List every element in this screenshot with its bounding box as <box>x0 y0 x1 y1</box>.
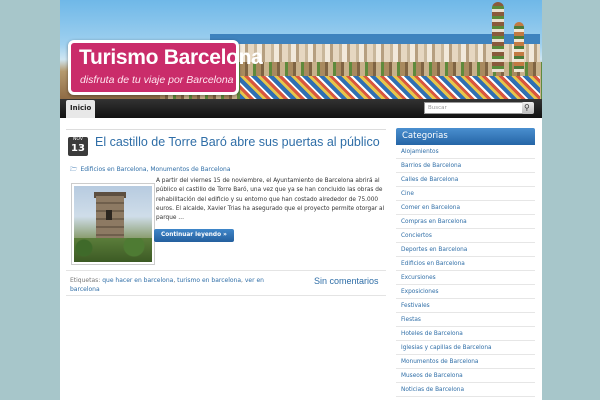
sidebar-category-item[interactable]: Calles de Barcelona <box>396 173 535 187</box>
castle-photo <box>74 186 152 262</box>
sidebar-category-item[interactable]: Cine <box>396 187 535 201</box>
sidebar-category-item[interactable]: Iglesias y capillas de Barcelona <box>396 341 535 355</box>
sidebar-category-item[interactable]: Deportes en Barcelona <box>396 243 535 257</box>
header-photo-mosaic <box>240 76 540 99</box>
page: Turismo Barcelona disfruta de tu viaje p… <box>60 0 542 400</box>
search-icon: ⚲ <box>524 103 530 112</box>
sidebar-category-item[interactable]: Festivales <box>396 299 535 313</box>
site-title[interactable]: Turismo Barcelona <box>79 46 263 70</box>
sidebar-category-item[interactable]: Fiestas <box>396 313 535 327</box>
sidebar-category-item[interactable]: Alojamientos <box>396 145 535 159</box>
post-excerpt: A partir del viernes 15 de noviembre, el… <box>156 178 385 222</box>
header-photo-tower <box>492 2 504 72</box>
sidebar-category-item[interactable]: Compras en Barcelona <box>396 215 535 229</box>
search-button[interactable]: ⚲ <box>522 102 534 114</box>
tag-link[interactable]: turismo en barcelona <box>177 277 241 284</box>
post-tags: Etiquetas: que hacer en barcelona, turis… <box>70 277 264 293</box>
site-header: Turismo Barcelona disfruta de tu viaje p… <box>60 0 542 99</box>
post-thumbnail[interactable] <box>71 183 155 265</box>
post-categories-links[interactable]: Edificios en Barcelona, Monumentos de Ba… <box>80 166 230 173</box>
tags-label: Etiquetas: <box>70 277 101 284</box>
read-more-button[interactable]: Continuar leyendo » <box>154 229 234 242</box>
folder-icon: 🗁 <box>70 166 78 173</box>
sidebar-category-list: Alojamientos Barrios de Barcelona Calles… <box>396 145 535 397</box>
post-date-badge: NOV 13 <box>68 137 88 156</box>
comments-link[interactable]: Sin comentarios <box>314 276 379 286</box>
sidebar-category-item[interactable]: Museos de Barcelona <box>396 369 535 383</box>
sidebar-category-item[interactable]: Hoteles de Barcelona <box>396 327 535 341</box>
search-input[interactable]: Buscar <box>424 102 526 114</box>
post-top-divider <box>66 129 386 130</box>
sidebar-category-item[interactable]: Comer en Barcelona <box>396 201 535 215</box>
post-date-day: 13 <box>71 143 85 154</box>
sidebar-category-item[interactable]: Excursiones <box>396 271 535 285</box>
nav-item-inicio[interactable]: Inicio <box>66 100 96 118</box>
sidebar-category-item[interactable]: Noticias de Barcelona <box>396 383 535 397</box>
header-photo-tower-small <box>514 22 524 72</box>
post-title[interactable]: El castillo de Torre Baró abre sus puert… <box>95 134 385 150</box>
castle-window <box>106 210 112 220</box>
post-categories: 🗁 Edificios en Barcelona, Monumentos de B… <box>70 165 231 175</box>
sidebar-category-item[interactable]: Conciertos <box>396 229 535 243</box>
tag-link[interactable]: que hacer en barcelona <box>102 277 173 284</box>
sidebar-category-item[interactable]: Exposiciones <box>396 285 535 299</box>
post-bottom-divider <box>66 295 386 296</box>
site-logo[interactable]: Turismo Barcelona disfruta de tu viaje p… <box>68 40 263 95</box>
sidebar-category-item[interactable]: Edificios en Barcelona <box>396 257 535 271</box>
sidebar-category-item[interactable]: Monumentos de Barcelona <box>396 355 535 369</box>
post-footer-divider <box>66 270 386 271</box>
sidebar-category-item[interactable]: Barrios de Barcelona <box>396 159 535 173</box>
castle-trees <box>74 238 152 262</box>
site-tagline: disfruta de tu viaje por Barcelona <box>80 74 234 86</box>
sidebar-heading: Categorias <box>396 128 535 145</box>
